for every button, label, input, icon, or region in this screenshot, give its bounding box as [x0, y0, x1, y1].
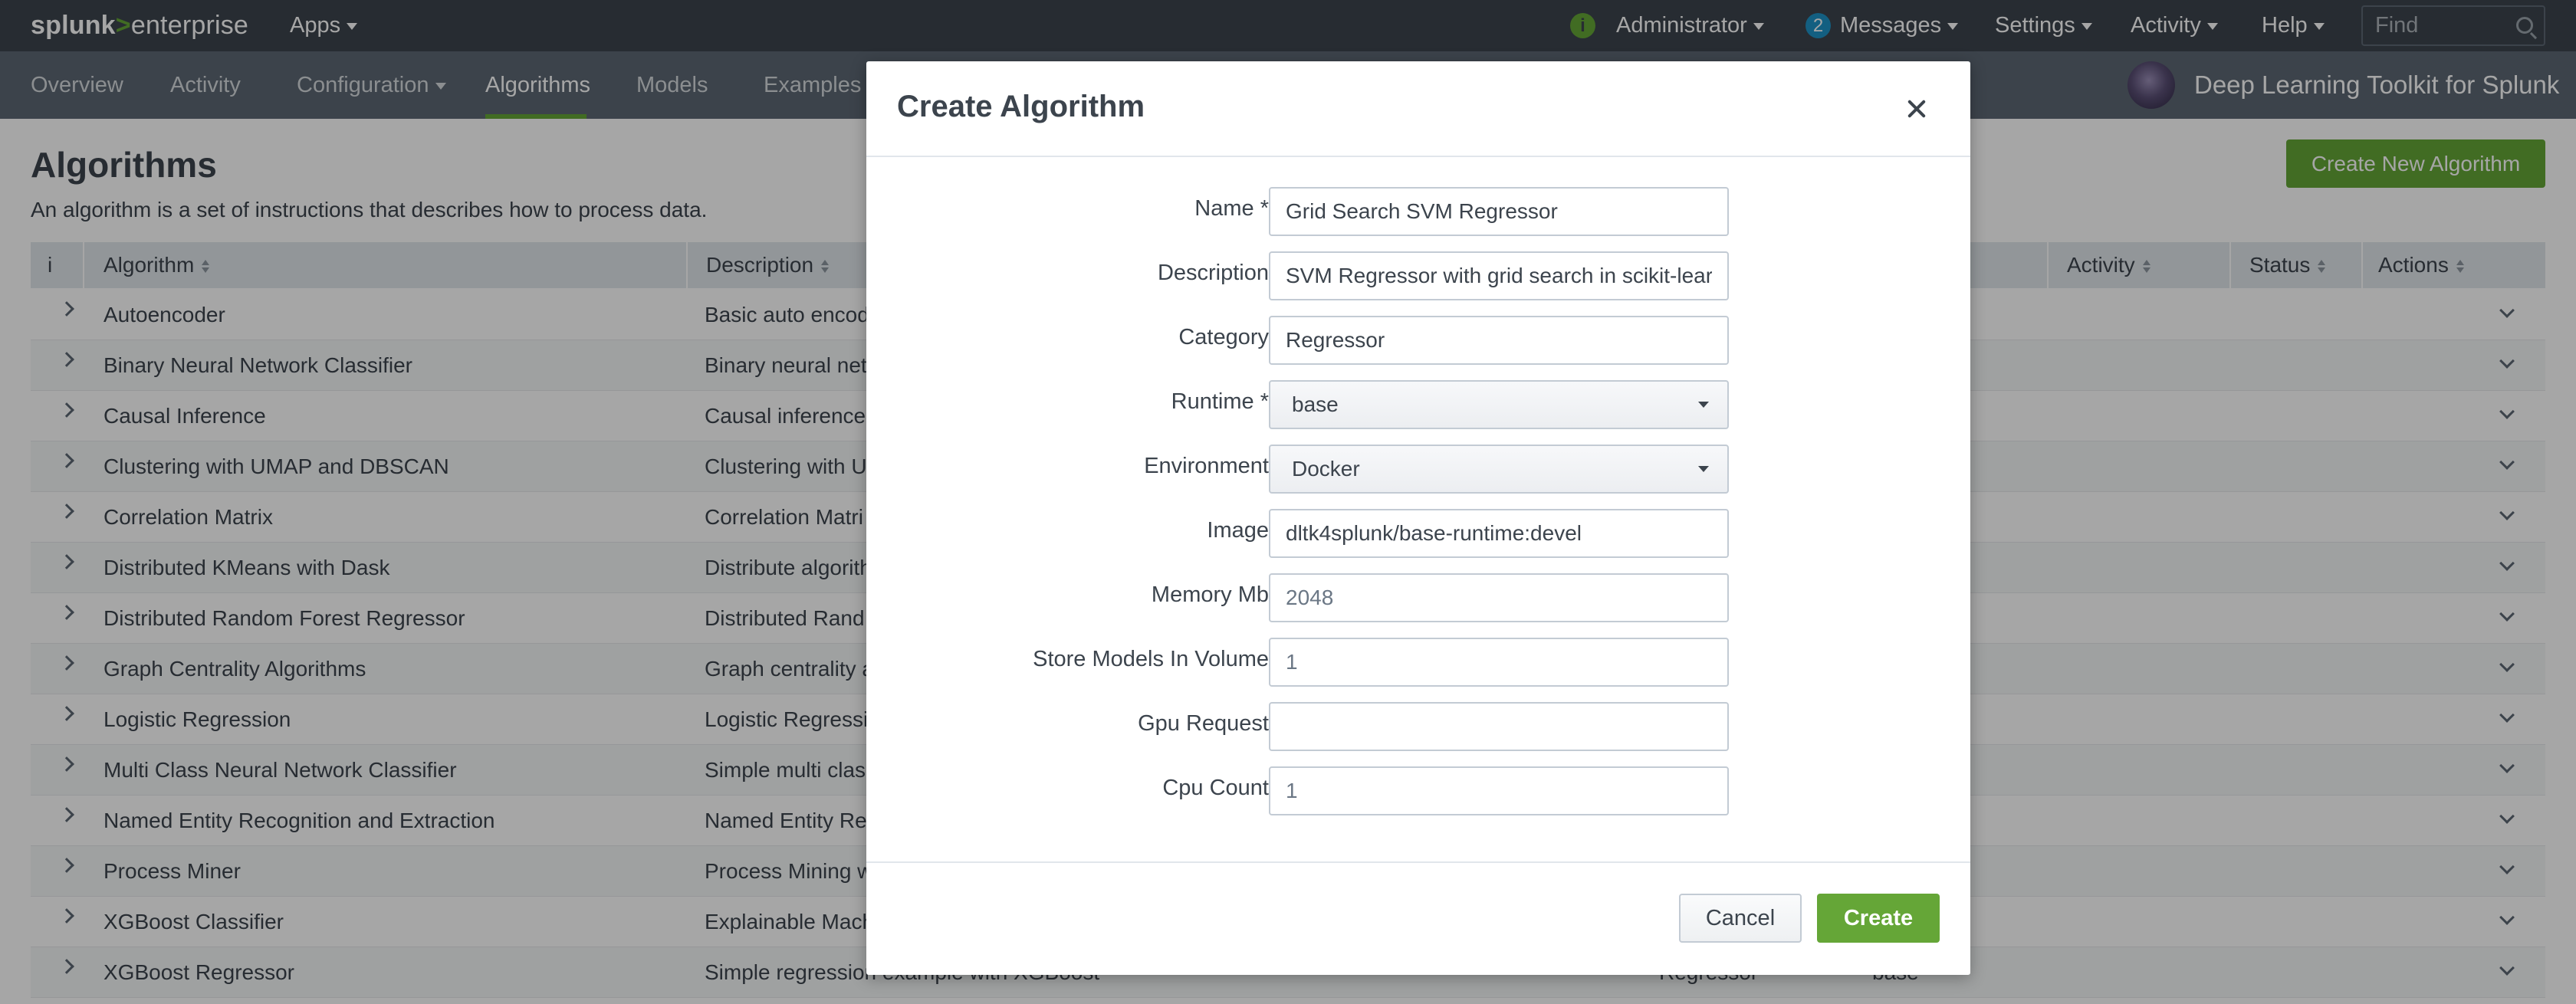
create-algorithm-dialog: Create Algorithm Name * Description Cate… [866, 61, 1970, 975]
environment-label: Environment [1144, 454, 1269, 478]
category-field[interactable] [1269, 316, 1729, 365]
cpu-count-label: Cpu Count [1162, 776, 1269, 800]
environment-select[interactable]: Docker [1269, 445, 1729, 494]
memory-mb-field[interactable] [1269, 573, 1729, 622]
dialog-title: Create Algorithm [897, 90, 1145, 123]
dialog-header: Create Algorithm [866, 61, 1970, 157]
image-label: Image [1207, 518, 1269, 543]
category-label: Category [1178, 325, 1269, 349]
create-button[interactable]: Create [1817, 894, 1940, 943]
description-field[interactable] [1269, 251, 1729, 300]
environment-selected-value: Docker [1292, 457, 1360, 481]
caret-down-icon [1698, 402, 1709, 408]
cancel-button[interactable]: Cancel [1679, 894, 1802, 943]
name-field[interactable] [1269, 187, 1729, 236]
gpu-request-field[interactable] [1269, 702, 1729, 751]
runtime-selected-value: base [1292, 392, 1339, 416]
caret-down-icon [1698, 466, 1709, 472]
store-models-label: Store Models In Volume [1033, 647, 1269, 671]
name-label: Name * [1194, 196, 1269, 221]
description-label: Description [1157, 261, 1269, 285]
store-models-field[interactable] [1269, 638, 1729, 687]
image-field[interactable] [1269, 509, 1729, 558]
memory-mb-label: Memory Mb [1151, 582, 1269, 607]
close-icon[interactable] [1903, 95, 1930, 123]
gpu-request-label: Gpu Request [1138, 711, 1269, 736]
dialog-footer [866, 861, 1970, 975]
cpu-count-field[interactable] [1269, 766, 1729, 815]
runtime-select[interactable]: base [1269, 380, 1729, 429]
runtime-label: Runtime * [1171, 389, 1269, 414]
